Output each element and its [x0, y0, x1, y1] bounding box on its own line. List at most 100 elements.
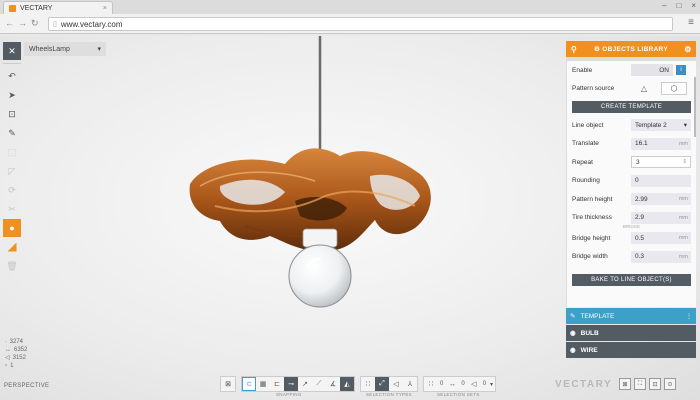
snapping-label: SNAPPING	[276, 392, 302, 397]
selection-sets-label: SELECTION SETS	[437, 392, 480, 397]
bottom-toolbar: ⊠ ⊂ ▦ ⊏ ⊸ ↗ ⟋ ∡ ◭ ∷ ⤢ ◁ ⅄ ∷ 0 ↔ 0 ◁ 0 ▾	[220, 376, 497, 392]
objects-count: 1	[10, 363, 14, 369]
reload-icon[interactable]: ↻	[31, 18, 39, 29]
snapping-group: ⊂ ▦ ⊏ ⊸ ↗ ⟋ ∡ ◭	[241, 376, 355, 392]
repeat-label: Repeat	[572, 158, 593, 166]
back-arrow-icon[interactable]: ←	[5, 18, 14, 28]
pattern-height-label: Pattern height	[572, 195, 613, 203]
line-object-select[interactable]: Template 2 ▾	[631, 119, 691, 132]
bridge-width-label: Bridge width	[572, 253, 608, 261]
objects-library-panel: ⚲ ⚙ OBJECTS LIBRARY ⚙ Enable ON i Patter…	[566, 41, 696, 361]
unit-label: mm	[678, 196, 688, 203]
material-drop-icon[interactable]: ●	[3, 219, 21, 237]
panel-scrollbar[interactable]	[694, 77, 696, 137]
browser-tab[interactable]: VECTARY ×	[3, 1, 113, 14]
selection-types-group: ∷ ⤢ ◁ ⅄	[360, 376, 418, 392]
snap-edge-icon[interactable]: ↗	[298, 377, 312, 391]
info-icon[interactable]: i	[676, 65, 686, 76]
chevron-down-icon[interactable]: ▾	[488, 381, 495, 388]
set-vertex-icon[interactable]: ∷	[424, 377, 438, 391]
close-window-icon[interactable]: ×	[691, 1, 696, 10]
layer-options-icon[interactable]: ⋮	[686, 313, 692, 320]
snap-face-icon[interactable]: ◭	[340, 377, 354, 391]
pattern-height-input[interactable]: 2.99 mm	[631, 193, 691, 206]
selection-sets-group: ∷ 0 ↔ 0 ◁ 0 ▾	[423, 376, 497, 392]
vectary-favicon-icon	[9, 4, 16, 12]
snap-mirror-icon[interactable]: ⊏	[270, 377, 284, 391]
fit-view-icon[interactable]: ⊡	[649, 378, 661, 390]
bridge-height-value: 0.5	[635, 234, 645, 242]
color-swatch-icon[interactable]	[3, 238, 21, 256]
objects-library-icon: ⚙	[594, 46, 601, 53]
select-arrow-icon[interactable]: ➤	[3, 86, 21, 104]
translate-value: 16.1	[635, 140, 648, 148]
loop-tool-icon[interactable]: ⟳	[3, 181, 21, 199]
cut-tool-icon[interactable]: ✂	[3, 200, 21, 218]
layer-bulb[interactable]: ◉ BULB	[566, 325, 696, 341]
trash-icon[interactable]: 🗑	[3, 257, 21, 275]
settings-gear-icon[interactable]: ⚙	[680, 45, 696, 54]
snap-angle-icon[interactable]: ∡	[326, 377, 340, 391]
select-vertex-icon[interactable]: ∷	[361, 377, 375, 391]
translate-input[interactable]: 16.1 mm	[631, 137, 691, 150]
undo-icon[interactable]: ↶	[3, 67, 21, 85]
bake-to-line-objects-button[interactable]: BAKE TO LINE OBJECT(S)	[572, 274, 691, 286]
camera-icon[interactable]: ⊙	[664, 378, 676, 390]
enable-row: Enable ON i	[567, 61, 696, 80]
snap-grid-icon[interactable]: ▦	[256, 377, 270, 391]
cube-icon[interactable]: ⬡	[661, 82, 687, 96]
snap-curve-icon[interactable]: ⊂	[242, 377, 256, 391]
forward-arrow-icon[interactable]: →	[18, 18, 27, 28]
browser-menu-icon[interactable]: ≡	[688, 17, 694, 28]
draw-tool-icon[interactable]: ✎	[3, 124, 21, 142]
select-face-icon[interactable]: ◁	[389, 377, 403, 391]
grid-view-icon[interactable]: ⊠	[221, 377, 235, 391]
enable-toggle[interactable]: ON	[631, 64, 673, 77]
snap-vertex-icon[interactable]: ⊸	[284, 377, 298, 391]
screenshot-icon[interactable]: ⊠	[619, 378, 631, 390]
snap-line-icon[interactable]: ⟋	[312, 377, 326, 391]
url-input[interactable]: ▯ www.vectary.com	[48, 17, 673, 31]
logo-menu-icon[interactable]: ✕	[3, 42, 21, 60]
bevel-tool-icon[interactable]: ◸	[3, 162, 21, 180]
frame-select-icon[interactable]: ⊡	[3, 105, 21, 123]
minimize-icon[interactable]: –	[662, 1, 666, 10]
fullscreen-icon[interactable]: ⛶	[634, 378, 646, 390]
tire-thickness-input[interactable]: 2.9 mm	[631, 211, 691, 224]
extrude-tool-icon[interactable]: ⬚	[3, 143, 21, 161]
bridge-width-input[interactable]: 0.3 mm	[631, 250, 691, 263]
maximize-icon[interactable]: □	[676, 1, 681, 10]
repeat-stepper[interactable]: 3 ⇕	[631, 156, 691, 169]
eye-icon[interactable]: ◉	[570, 346, 576, 354]
faces-icon: ◁	[5, 355, 10, 361]
select-object-icon[interactable]: ⅄	[403, 377, 417, 391]
window-controls: – □ ×	[662, 1, 696, 10]
address-bar: ← → ↻ ▯ www.vectary.com ≡	[0, 14, 700, 34]
pin-icon[interactable]: ⚲	[566, 45, 582, 54]
select-edge-icon[interactable]: ⤢	[375, 377, 389, 391]
enable-label: Enable	[572, 66, 593, 74]
bridge-width-row: Bridge width 0.3 mm	[567, 248, 696, 267]
eye-icon[interactable]: ◉	[570, 329, 576, 337]
panel-title[interactable]: ⚙ OBJECTS LIBRARY	[582, 45, 680, 53]
set-face-icon[interactable]: ◁	[467, 377, 481, 391]
create-template-button[interactable]: CREATE TEMPLATE	[572, 101, 691, 113]
layer-template-label: TEMPLATE	[580, 312, 615, 320]
warning-triangle-icon[interactable]: △	[631, 82, 657, 95]
chevron-down-icon: ▾	[683, 122, 687, 130]
tab-close-icon[interactable]: ×	[103, 5, 107, 12]
stepper-arrows-icon[interactable]: ⇕	[682, 159, 687, 165]
pattern-source-row: Pattern source △ ⬡	[567, 80, 696, 99]
page-icon: ▯	[53, 21, 57, 28]
unit-label: mm	[678, 214, 688, 221]
viewport-mode-label[interactable]: PERSPECTIVE	[4, 383, 49, 389]
layer-wire[interactable]: ◉ WIRE	[566, 342, 696, 358]
bridge-height-input[interactable]: 0.5 mm	[631, 232, 691, 245]
set-edge-icon[interactable]: ↔	[445, 377, 459, 391]
tab-title: VECTARY	[20, 4, 53, 12]
layer-template[interactable]: ✎ TEMPLATE ⋮	[566, 308, 696, 324]
rounding-input[interactable]: 0	[631, 174, 691, 187]
chevron-down-icon: ▾	[97, 46, 101, 53]
left-toolbar: ✕ ↶ ➤ ⊡ ✎ ⬚ ◸ ⟳ ✂ ● 🗑	[3, 42, 21, 276]
document-selector[interactable]: WheelsLamp ▾	[24, 42, 106, 56]
